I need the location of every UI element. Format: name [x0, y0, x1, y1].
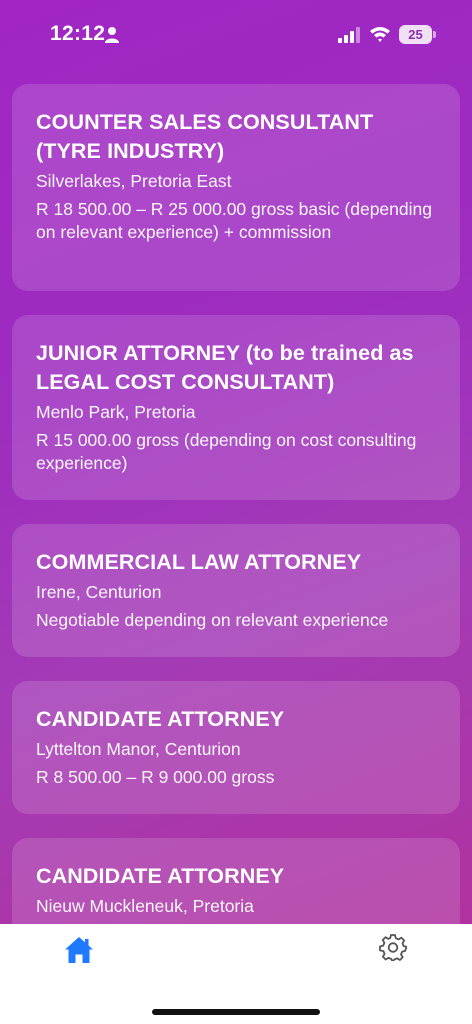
- job-card[interactable]: COUNTER SALES CONSULTANT (TYRE INDUSTRY)…: [12, 84, 460, 291]
- job-title: CANDIDATE ATTORNEY: [36, 864, 285, 888]
- job-salary: R 8 500.00 – R 9 000.00 gross: [36, 767, 275, 787]
- job-salary: R 15 000.00 gross (depending on cost con…: [36, 430, 417, 473]
- job-location: Menlo Park, Pretoria: [36, 402, 196, 422]
- job-card[interactable]: CANDIDATE ATTORNEY Lyttelton Manor, Cent…: [12, 681, 460, 814]
- status-bar: 12:12 25: [0, 0, 472, 70]
- job-location: Lyttelton Manor, Centurion: [36, 739, 241, 759]
- job-list[interactable]: COUNTER SALES CONSULTANT (TYRE INDUSTRY)…: [0, 70, 472, 924]
- home-indicator: [152, 1009, 320, 1015]
- battery-cap: [433, 31, 436, 38]
- wifi-icon: [370, 27, 390, 42]
- signal-icon: [338, 27, 360, 43]
- job-location: Silverlakes, Pretoria East: [36, 171, 232, 191]
- person-icon: [105, 27, 119, 43]
- job-location: Nieuw Muckleneuk, Pretoria: [36, 896, 254, 916]
- status-time: 12:12: [50, 22, 106, 45]
- job-card[interactable]: CANDIDATE ATTORNEY Nieuw Muckleneuk, Pre…: [12, 838, 460, 924]
- job-title: COMMERCIAL LAW ATTORNEY: [36, 550, 362, 574]
- job-card[interactable]: JUNIOR ATTORNEY (to be trained as LEGAL …: [12, 315, 460, 500]
- home-icon[interactable]: [64, 936, 94, 964]
- job-title: JUNIOR ATTORNEY (to be trained as LEGAL …: [36, 341, 414, 394]
- battery-icon: 25: [399, 25, 432, 44]
- job-title: CANDIDATE ATTORNEY: [36, 707, 285, 731]
- job-salary: Negotiable depending on relevant experie…: [36, 610, 389, 630]
- job-card[interactable]: COMMERCIAL LAW ATTORNEY Irene, Centurion…: [12, 524, 460, 657]
- job-salary: R 18 500.00 – R 25 000.00 gross basic (d…: [36, 199, 432, 242]
- job-title: COUNTER SALES CONSULTANT (TYRE INDUSTRY): [36, 110, 374, 163]
- gear-icon[interactable]: [379, 933, 407, 961]
- job-location: Irene, Centurion: [36, 582, 162, 602]
